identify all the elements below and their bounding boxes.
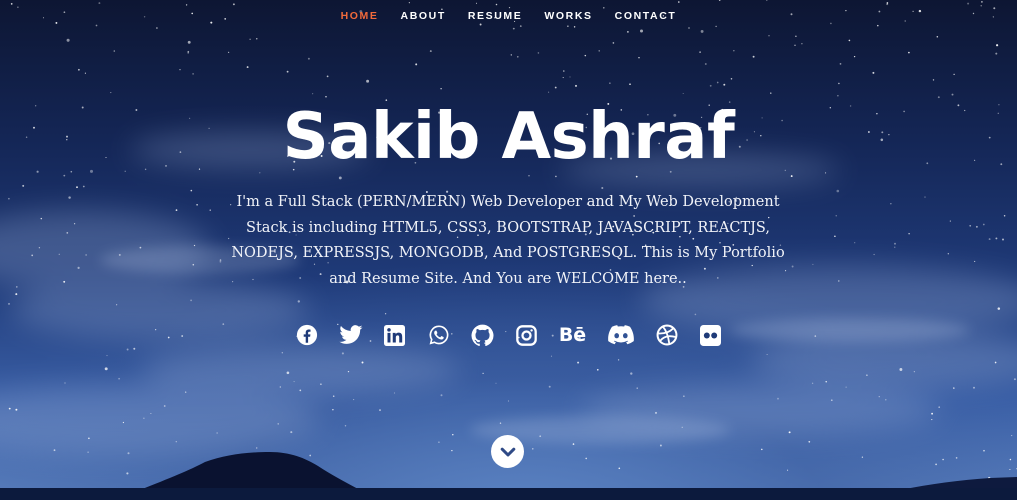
instagram-icon[interactable] [515, 322, 539, 348]
chevron-down-icon [500, 447, 515, 456]
whatsapp-icon[interactable] [427, 322, 451, 348]
scroll-down-button[interactable] [491, 435, 524, 468]
linkedin-icon[interactable] [383, 322, 407, 348]
main-nav: HOME ABOUT RESUME WORKS CONTACT [0, 10, 1017, 22]
nav-home[interactable]: HOME [341, 10, 379, 22]
behance-label: Bē [558, 323, 587, 346]
facebook-icon[interactable] [295, 322, 319, 348]
behance-icon[interactable]: Bē [559, 322, 587, 348]
flickr-icon[interactable] [699, 322, 723, 348]
bottom-band [0, 488, 1017, 500]
github-icon[interactable] [471, 322, 495, 348]
social-links: Bē [0, 322, 1017, 348]
nav-about[interactable]: ABOUT [401, 10, 446, 22]
page-title: Sakib Ashraf [282, 100, 735, 174]
nav-contact[interactable]: CONTACT [615, 10, 677, 22]
intro-text: I'm a Full Stack (PERN/MERN) Web Develop… [231, 194, 785, 288]
dribbble-icon[interactable] [655, 322, 679, 348]
nav-resume[interactable]: RESUME [468, 10, 523, 22]
twitter-icon[interactable] [338, 322, 363, 348]
discord-icon[interactable] [607, 322, 635, 348]
nav-works[interactable]: WORKS [544, 10, 592, 22]
